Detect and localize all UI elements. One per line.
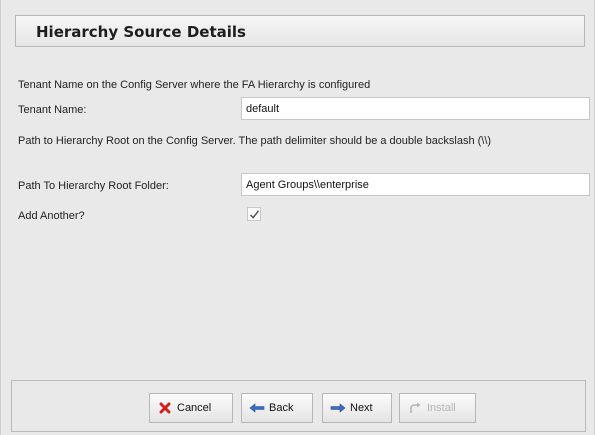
back-button-label: Back xyxy=(269,402,294,414)
back-button[interactable]: Back xyxy=(241,393,313,423)
wizard-window: Hierarchy Source Details Tenant Name on … xyxy=(0,0,595,435)
hierarchy-root-path-label: Path To Hierarchy Root Folder: xyxy=(18,180,169,192)
next-button-label: Next xyxy=(350,402,373,414)
red-x-icon xyxy=(156,401,174,415)
tenant-description: Tenant Name on the Config Server where t… xyxy=(18,79,371,91)
cancel-button[interactable]: Cancel xyxy=(149,393,233,423)
page-title: Hierarchy Source Details xyxy=(36,23,246,41)
cancel-button-label: Cancel xyxy=(177,402,212,414)
next-button[interactable]: Next xyxy=(322,393,392,423)
install-arrow-icon xyxy=(406,401,424,415)
tenant-name-label: Tenant Name: xyxy=(18,104,87,116)
install-button[interactable]: Install xyxy=(399,393,476,423)
arrow-left-icon xyxy=(248,401,266,415)
add-another-checkbox[interactable] xyxy=(247,207,261,221)
add-another-label: Add Another? xyxy=(18,210,85,222)
path-description: Path to Hierarchy Root on the Config Ser… xyxy=(18,135,492,147)
checkmark-icon xyxy=(249,210,260,219)
install-button-label: Install xyxy=(427,402,456,414)
hierarchy-root-path-input[interactable] xyxy=(241,173,590,196)
tenant-name-input[interactable] xyxy=(241,97,590,120)
section-header: Hierarchy Source Details xyxy=(15,15,585,47)
arrow-right-icon xyxy=(329,401,347,415)
